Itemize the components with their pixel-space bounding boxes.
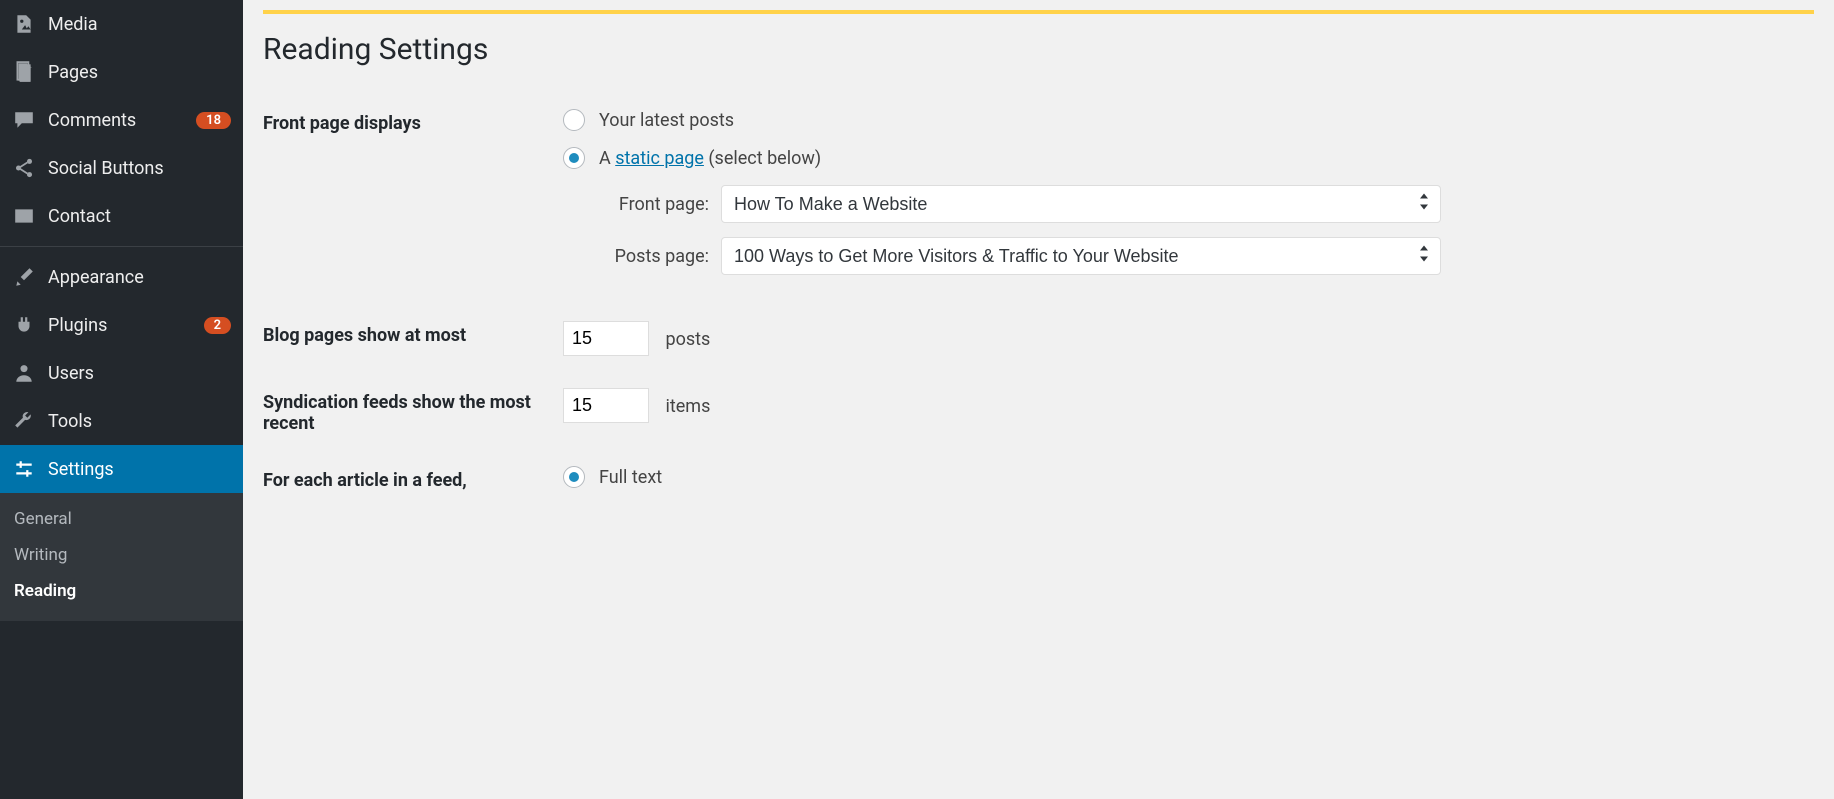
comments-icon	[12, 108, 36, 132]
notice-bar	[263, 10, 1814, 14]
sidebar-item-label: Plugins	[48, 315, 196, 336]
user-icon	[12, 361, 36, 385]
posts-page-select-row: Posts page: 100 Ways to Get More Visitor…	[591, 237, 1513, 275]
sidebar-item-label: Appearance	[48, 267, 231, 288]
sidebar-item-label: Comments	[48, 110, 188, 131]
radio-latest-posts-row: Your latest posts	[563, 109, 1513, 131]
main-content: Reading Settings Front page displays You…	[243, 0, 1834, 799]
sidebar-item-label: Social Buttons	[48, 158, 231, 179]
sidebar-item-comments[interactable]: Comments 18	[0, 96, 243, 144]
sidebar-item-appearance[interactable]: Appearance	[0, 246, 243, 301]
syndication-input[interactable]	[563, 388, 649, 423]
comments-count-badge: 18	[196, 112, 231, 129]
radio-latest-posts[interactable]	[563, 109, 585, 131]
media-icon	[12, 12, 36, 36]
envelope-icon	[12, 204, 36, 228]
front-page-select-row: Front page: How To Make a Website	[591, 185, 1513, 223]
plug-icon	[12, 313, 36, 337]
page-title: Reading Settings	[263, 32, 1814, 67]
sidebar-item-contact[interactable]: Contact	[0, 192, 243, 240]
submenu-item-writing[interactable]: Writing	[0, 537, 243, 573]
posts-page-select[interactable]: 100 Ways to Get More Visitors & Traffic …	[721, 237, 1441, 275]
blog-pages-heading: Blog pages show at most	[263, 307, 563, 374]
submenu-item-reading[interactable]: Reading	[0, 573, 243, 609]
static-page-link[interactable]: static page	[615, 148, 704, 169]
sidebar-item-label: Tools	[48, 411, 231, 432]
settings-form: Front page displays Your latest posts A …	[263, 95, 1523, 522]
sidebar-item-tools[interactable]: Tools	[0, 397, 243, 445]
radio-static-page-label[interactable]: A static page (select below)	[599, 148, 821, 169]
blog-pages-input[interactable]	[563, 321, 649, 356]
posts-page-select-label: Posts page:	[591, 246, 721, 267]
radio-full-text-row: Full text	[563, 466, 1513, 488]
radio-static-page-row: A static page (select below)	[563, 147, 1513, 169]
front-page-select-label: Front page:	[591, 194, 721, 215]
wrench-icon	[12, 409, 36, 433]
sidebar-item-label: Users	[48, 363, 231, 384]
sidebar-item-settings[interactable]: Settings	[0, 445, 243, 493]
feed-article-heading: For each article in a feed,	[263, 452, 563, 522]
radio-full-text[interactable]	[563, 466, 585, 488]
settings-submenu: General Writing Reading	[0, 493, 243, 621]
blog-pages-suffix: posts	[665, 329, 710, 350]
syndication-suffix: items	[665, 396, 710, 417]
sliders-icon	[12, 457, 36, 481]
radio-latest-posts-label[interactable]: Your latest posts	[599, 110, 734, 131]
sidebar-item-plugins[interactable]: Plugins 2	[0, 301, 243, 349]
sidebar-item-label: Media	[48, 14, 231, 35]
radio-static-page[interactable]	[563, 147, 585, 169]
syndication-heading: Syndication feeds show the most recent	[263, 374, 563, 452]
pages-icon	[12, 60, 36, 84]
sidebar-item-label: Settings	[48, 459, 231, 480]
sidebar-item-media[interactable]: Media	[0, 0, 243, 48]
front-page-select[interactable]: How To Make a Website	[721, 185, 1441, 223]
sidebar-item-users[interactable]: Users	[0, 349, 243, 397]
brush-icon	[12, 265, 36, 289]
plugins-count-badge: 2	[204, 317, 231, 334]
submenu-item-general[interactable]: General	[0, 501, 243, 537]
sidebar-item-pages[interactable]: Pages	[0, 48, 243, 96]
share-icon	[12, 156, 36, 180]
admin-sidebar: Media Pages Comments 18 Social Buttons	[0, 0, 243, 799]
radio-full-text-label[interactable]: Full text	[599, 467, 662, 488]
sidebar-item-label: Pages	[48, 62, 231, 83]
front-page-heading: Front page displays	[263, 95, 563, 307]
sidebar-item-social-buttons[interactable]: Social Buttons	[0, 144, 243, 192]
sidebar-item-label: Contact	[48, 206, 231, 227]
